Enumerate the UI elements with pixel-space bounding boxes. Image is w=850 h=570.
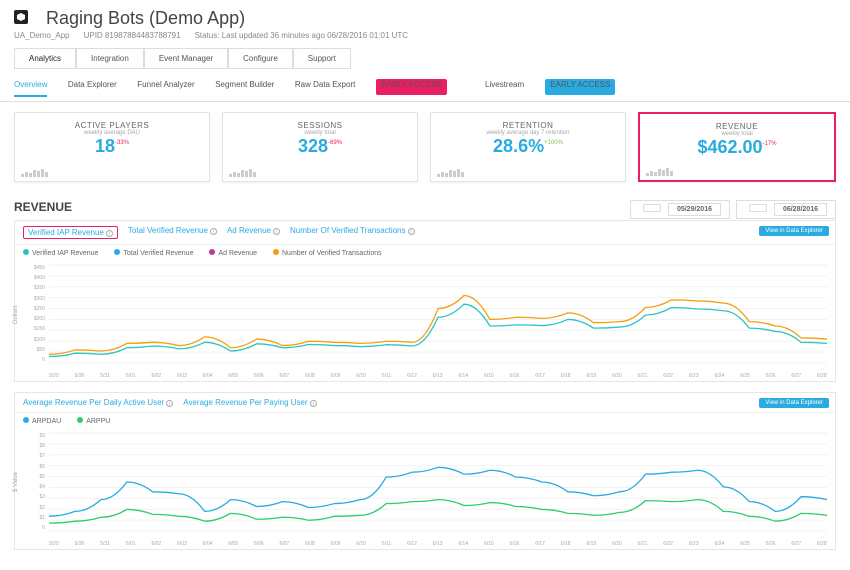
metric-card-sessions[interactable]: SESSIONS weekly total 328-69% (222, 112, 418, 182)
sparkline (229, 165, 256, 177)
upid-label: UPID 81987884483788791 (84, 31, 181, 40)
card-value: 28.6% (493, 136, 544, 156)
legend-dot (23, 417, 29, 423)
subnav-funnel[interactable]: Funnel Analyzer (137, 80, 194, 95)
nav-integration[interactable]: Integration (76, 48, 144, 69)
date-range: 05/29/2016 06/28/2016 (626, 200, 836, 219)
subnav-raw-data[interactable]: Raw Data ExportEARLY ACCESS (295, 79, 465, 101)
metric-card-revenue[interactable]: REVENUE weekly total $462.00-17% (638, 112, 836, 182)
legend-dot (23, 249, 29, 255)
date-to[interactable]: 06/28/2016 (736, 200, 836, 219)
info-icon[interactable]: i (408, 228, 415, 235)
section-title: REVENUE (14, 200, 72, 214)
info-icon[interactable]: i (106, 230, 113, 237)
sparkline (646, 164, 673, 176)
date-from[interactable]: 05/29/2016 (630, 200, 730, 219)
chart-tab[interactable]: Total Verified Revenuei (128, 226, 217, 239)
metric-card-active-players[interactable]: ACTIVE PLAYERS weekly average DAU 18-33% (14, 112, 210, 182)
chart-revenue: View in Data Explorer Verified IAP Reven… (14, 220, 836, 382)
chart-tab[interactable]: Verified IAP Revenuei (23, 226, 118, 239)
info-icon[interactable]: i (210, 228, 217, 235)
subnav-overview[interactable]: Overview (14, 80, 47, 97)
card-title: RETENTION (437, 121, 619, 130)
card-value: 18 (95, 136, 115, 156)
card-value: 328 (298, 136, 328, 156)
info-icon[interactable]: i (166, 400, 173, 407)
arpu-plot (49, 433, 827, 531)
legend-item[interactable]: Verified IAP Revenue (23, 249, 98, 257)
card-pct: -33% (115, 140, 129, 146)
nav-configure[interactable]: Configure (228, 48, 293, 69)
card-title: ACTIVE PLAYERS (21, 121, 203, 130)
view-explorer-button[interactable]: View in Data Explorer (759, 226, 829, 236)
card-title: REVENUE (646, 122, 828, 131)
chart-tab[interactable]: Average Revenue Per Daily Active Useri (23, 398, 173, 407)
nav-support[interactable]: Support (293, 48, 351, 69)
y-axis-label: $ Value (13, 472, 19, 492)
info-icon[interactable]: i (273, 228, 280, 235)
card-value: $462.00 (697, 137, 762, 157)
card-pct: -17% (763, 141, 777, 147)
y-axis-label: Dollars (13, 305, 19, 324)
chart-tab[interactable]: Average Revenue Per Paying Useri (183, 398, 316, 407)
legend-dot (114, 249, 120, 255)
legend-item[interactable]: ARPPU (77, 417, 110, 425)
legend-dot (273, 249, 279, 255)
card-title: SESSIONS (229, 121, 411, 130)
nav-event-manager[interactable]: Event Manager (144, 48, 228, 69)
calendar-icon (749, 204, 767, 212)
view-explorer-button[interactable]: View in Data Explorer (759, 398, 829, 408)
card-pct: +100% (544, 140, 563, 146)
chart-tab[interactable]: Number Of Verified Transactionsi (290, 226, 415, 239)
sparkline (437, 165, 464, 177)
early-access-badge: EARLY ACCESS (545, 79, 615, 95)
info-icon[interactable]: i (310, 400, 317, 407)
sub-nav: Overview Data Explorer Funnel Analyzer S… (0, 73, 850, 102)
project-name: UA_Demo_App (14, 31, 70, 40)
subnav-data-explorer[interactable]: Data Explorer (68, 80, 117, 95)
metric-card-retention[interactable]: RETENTION weekly average day 7 retention… (430, 112, 626, 182)
card-pct: -69% (328, 140, 342, 146)
status-text: Status: Last updated 36 minutes ago 06/2… (195, 31, 408, 40)
revenue-plot (49, 265, 827, 363)
chart-arpu: View in Data Explorer Average Revenue Pe… (14, 392, 836, 550)
calendar-icon (643, 204, 661, 212)
sparkline (21, 165, 48, 177)
subnav-livestream[interactable]: LivestreamEARLY ACCESS (485, 79, 633, 101)
nav-analytics[interactable]: Analytics (14, 48, 76, 69)
top-nav: Analytics Integration Event Manager Conf… (14, 48, 836, 69)
subnav-segment[interactable]: Segment Builder (215, 80, 274, 95)
app-title: Raging Bots (Demo App) (46, 8, 245, 29)
legend-item[interactable]: Number of Verified Transactions (273, 249, 382, 257)
unity-logo (14, 10, 28, 24)
legend-dot (209, 249, 215, 255)
chart-tab[interactable]: Ad Revenuei (227, 226, 280, 239)
legend-item[interactable]: Ad Revenue (209, 249, 257, 257)
legend-item[interactable]: ARPDAU (23, 417, 61, 425)
legend-dot (77, 417, 83, 423)
legend-item[interactable]: Total Verified Revenue (114, 249, 193, 257)
early-access-badge: EARLY ACCESS (376, 79, 446, 95)
